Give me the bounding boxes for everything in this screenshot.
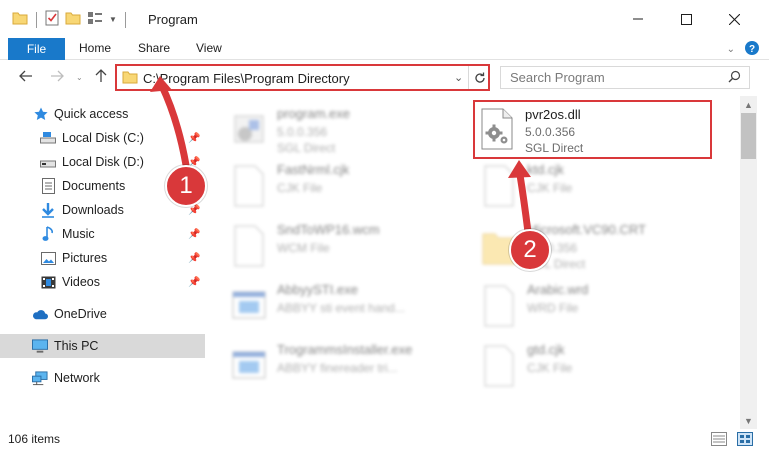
- annotation-arrow-1-head: [150, 76, 172, 92]
- annotation-arrows: [150, 76, 532, 236]
- annotation-badge-2: 2: [509, 229, 551, 271]
- annotation-arrow-1: [158, 82, 190, 169]
- annotation-badge-1: 1: [165, 165, 207, 207]
- annotation-arrow-2: [516, 171, 532, 236]
- annotation-arrow-2-head: [508, 160, 531, 178]
